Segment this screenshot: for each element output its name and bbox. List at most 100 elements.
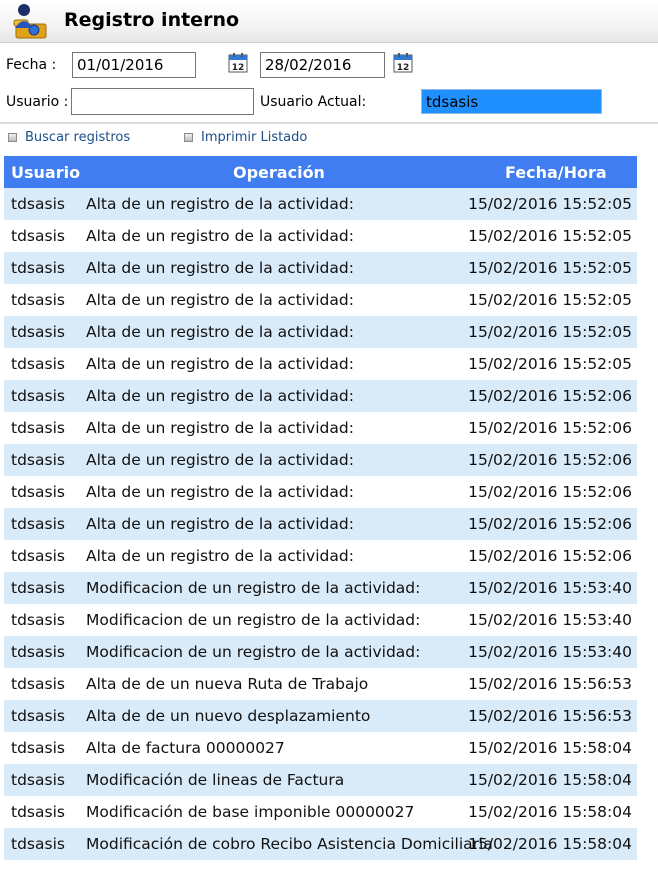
table-row[interactable]: tdsasis Modificacion de un registro de la… <box>4 636 637 668</box>
cell-fecha-hora: 15/02/2016 15:53:40 <box>468 611 632 629</box>
cell-fecha-hora: 15/02/2016 15:56:53 <box>468 707 632 725</box>
column-header-usuario[interactable]: Usuario <box>11 163 80 182</box>
usuario-actual-field <box>421 89 602 114</box>
table-row[interactable]: tdsasis Alta de un registro de la activid… <box>4 380 637 412</box>
cell-usuario: tdsasis <box>11 195 65 213</box>
cell-fecha-hora: 15/02/2016 15:52:06 <box>468 419 632 437</box>
cell-usuario: tdsasis <box>11 451 65 469</box>
page-title: Registro interno <box>64 9 240 31</box>
usuario-label: Usuario : <box>6 94 69 110</box>
svg-text:12: 12 <box>397 63 410 73</box>
cell-fecha-hora: 15/02/2016 15:52:06 <box>468 515 632 533</box>
cell-fecha-hora: 15/02/2016 15:58:04 <box>468 739 632 757</box>
buscar-registros-link[interactable]: Buscar registros <box>8 130 130 145</box>
cell-operacion: Alta de de un nueva Ruta de Trabajo <box>86 675 369 693</box>
cell-operacion: Alta de un registro de la actividad: <box>86 355 354 373</box>
cell-operacion: Alta de un registro de la actividad: <box>86 547 354 565</box>
table-row[interactable]: tdsasis Modificacion de un registro de la… <box>4 604 637 636</box>
cell-operacion: Alta de un registro de la actividad: <box>86 291 354 309</box>
cell-usuario: tdsasis <box>11 419 65 437</box>
cell-operacion: Modificacion de un registro de la activi… <box>86 643 421 661</box>
table-row[interactable]: tdsasis Alta de un registro de la activid… <box>4 220 637 252</box>
cell-operacion: Alta de un registro de la actividad: <box>86 483 354 501</box>
cell-usuario: tdsasis <box>11 707 65 725</box>
usuario-actual-label: Usuario Actual: <box>260 94 367 110</box>
cell-usuario: tdsasis <box>11 771 65 789</box>
cell-fecha-hora: 15/02/2016 15:52:06 <box>468 451 632 469</box>
table-row[interactable]: tdsasis Alta de un registro de la activid… <box>4 316 637 348</box>
column-header-operacion[interactable]: Operación <box>233 163 325 182</box>
cell-operacion: Modificacion de un registro de la activi… <box>86 579 421 597</box>
bullet-icon <box>8 133 17 142</box>
cell-usuario: tdsasis <box>11 643 65 661</box>
table-row[interactable]: tdsasis Alta de un registro de la activid… <box>4 188 637 220</box>
table-row[interactable]: tdsasis Alta de un registro de la activid… <box>4 252 637 284</box>
cell-fecha-hora: 15/02/2016 15:52:05 <box>468 355 632 373</box>
cell-operacion: Alta de un registro de la actividad: <box>86 387 354 405</box>
table-row[interactable]: tdsasis Modificación de base imponible 00… <box>4 796 637 828</box>
cell-usuario: tdsasis <box>11 835 65 853</box>
table-row[interactable]: tdsasis Alta de un registro de la activid… <box>4 348 637 380</box>
table-row[interactable]: tdsasis Alta de de un nuevo desplazamient… <box>4 700 637 732</box>
table-row[interactable]: tdsasis Alta de de un nueva Ruta de Traba… <box>4 668 637 700</box>
calendar-icon[interactable]: 12 <box>393 53 413 73</box>
cell-operacion: Modificacion de un registro de la activi… <box>86 611 421 629</box>
cell-fecha-hora: 15/02/2016 15:52:06 <box>468 483 632 501</box>
cell-usuario: tdsasis <box>11 579 65 597</box>
table-row[interactable]: tdsasis Alta de un registro de la activid… <box>4 476 637 508</box>
table-row[interactable]: tdsasis Alta de un registro de la activid… <box>4 540 637 572</box>
table-header: Usuario Operación Fecha/Hora <box>4 156 637 188</box>
page-header: Registro interno <box>0 0 658 43</box>
table-row[interactable]: tdsasis Modificación de cobro Recibo Asis… <box>4 828 637 860</box>
cell-fecha-hora: 15/02/2016 15:53:40 <box>468 579 632 597</box>
cell-usuario: tdsasis <box>11 387 65 405</box>
svg-text:12: 12 <box>232 63 245 73</box>
cell-fecha-hora: 15/02/2016 15:56:53 <box>468 675 632 693</box>
cell-fecha-hora: 15/02/2016 15:52:05 <box>468 195 632 213</box>
table-row[interactable]: tdsasis Alta de un registro de la activid… <box>4 508 637 540</box>
fecha-desde-input[interactable] <box>72 52 196 78</box>
calendar-icon[interactable]: 12 <box>228 53 248 73</box>
registro-interno-page: Registro interno Fecha : 12 12 Usuario :… <box>0 0 658 870</box>
cell-usuario: tdsasis <box>11 227 65 245</box>
fecha-hasta-input[interactable] <box>260 52 385 78</box>
cell-operacion: Alta de un registro de la actividad: <box>86 515 354 533</box>
cell-usuario: tdsasis <box>11 355 65 373</box>
table-row[interactable]: tdsasis Alta de un registro de la activid… <box>4 444 637 476</box>
table-row[interactable]: tdsasis Alta de un registro de la activid… <box>4 284 637 316</box>
divider <box>0 122 658 124</box>
table-row[interactable]: tdsasis Alta de un registro de la activid… <box>4 412 637 444</box>
cell-fecha-hora: 15/02/2016 15:58:04 <box>468 803 632 821</box>
usuario-input[interactable] <box>71 88 254 115</box>
column-header-fecha-hora[interactable]: Fecha/Hora <box>505 163 607 182</box>
cell-fecha-hora: 15/02/2016 15:52:05 <box>468 259 632 277</box>
cell-fecha-hora: 15/02/2016 15:52:05 <box>468 323 632 341</box>
imprimir-listado-link[interactable]: Imprimir Listado <box>184 130 307 145</box>
cell-usuario: tdsasis <box>11 611 65 629</box>
cell-usuario: tdsasis <box>11 291 65 309</box>
table-row[interactable]: tdsasis Modificacion de un registro de la… <box>4 572 637 604</box>
bullet-icon <box>184 133 193 142</box>
cell-usuario: tdsasis <box>11 323 65 341</box>
table-body: tdsasis Alta de un registro de la activid… <box>4 188 637 860</box>
cell-fecha-hora: 15/02/2016 15:52:05 <box>468 227 632 245</box>
registros-table: Usuario Operación Fecha/Hora tdsasis Alta… <box>4 156 637 860</box>
cell-operacion: Alta de un registro de la actividad: <box>86 195 354 213</box>
cell-operacion: Modificación de base imponible 00000027 <box>86 803 415 821</box>
cell-usuario: tdsasis <box>11 739 65 757</box>
fecha-label: Fecha : <box>6 57 57 73</box>
table-row[interactable]: tdsasis Modificación de lineas de Factura… <box>4 764 637 796</box>
table-row[interactable]: tdsasis Alta de factura 00000027 15/02/201… <box>4 732 637 764</box>
cell-operacion: Modificación de lineas de Factura <box>86 771 345 789</box>
cell-usuario: tdsasis <box>11 803 65 821</box>
cell-operacion: Alta de un registro de la actividad: <box>86 227 354 245</box>
cell-operacion: Modificación de cobro Recibo Asistencia … <box>86 835 493 853</box>
imprimir-listado-label: Imprimir Listado <box>201 130 308 145</box>
cell-operacion: Alta de un registro de la actividad: <box>86 451 354 469</box>
cell-usuario: tdsasis <box>11 515 65 533</box>
cell-usuario: tdsasis <box>11 675 65 693</box>
cell-fecha-hora: 15/02/2016 15:58:04 <box>468 771 632 789</box>
cell-fecha-hora: 15/02/2016 15:52:06 <box>468 387 632 405</box>
cell-usuario: tdsasis <box>11 483 65 501</box>
buscar-registros-label: Buscar registros <box>25 130 131 145</box>
